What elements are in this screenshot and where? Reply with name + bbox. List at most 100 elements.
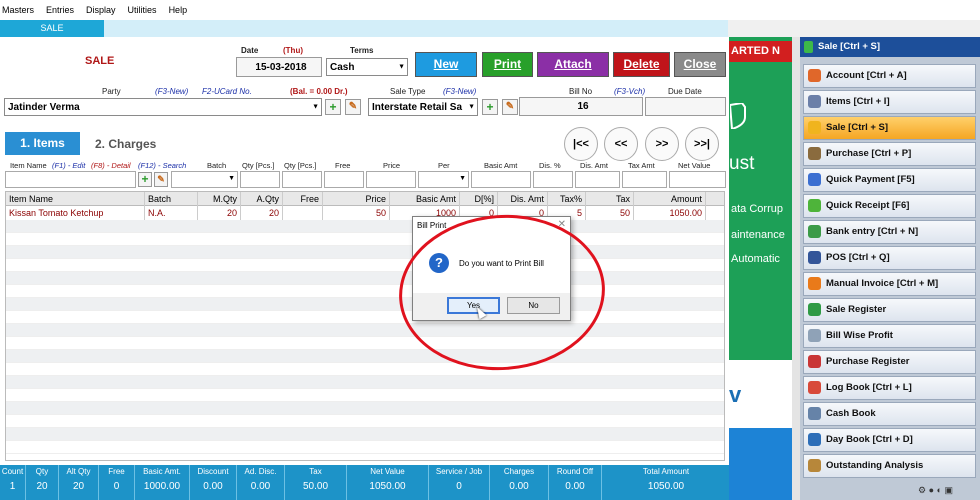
free-input[interactable] [324,171,364,188]
party-label: Party [102,87,121,96]
tab-items[interactable]: 1. Items [5,132,80,155]
sidebar-item-items[interactable]: Items [Ctrl + I] [803,90,976,114]
sale-type-select[interactable]: Interstate Retail Sa ▼ [368,98,478,116]
total-tax: Tax 50.00 [285,465,347,500]
grid-col-disc-pct[interactable]: D[%] [460,192,498,206]
background-blue-block [729,428,799,500]
grid-col-tax[interactable]: Tax [586,192,634,206]
cell-aqty: 20 [241,206,283,220]
sidebar-item-label: Log Book [Ctrl + L] [826,382,912,393]
menu-display[interactable]: Display [86,5,116,15]
scrollbar[interactable] [792,37,800,500]
item-name-input[interactable] [5,171,136,188]
entry-hint-edit: (F1) - Edit [52,161,86,170]
party-ucard-hint: F2-UCard No. [202,87,252,96]
window-tab-sale[interactable]: SALE [0,20,104,37]
edit-item-icon[interactable]: ✎ [154,172,168,187]
grid-col-free[interactable]: Free [283,192,323,206]
grid-empty-row [6,233,724,246]
qty-input[interactable] [240,171,280,188]
basic-amt-input[interactable] [471,171,531,188]
grid-col-tax-pct[interactable]: Tax% [548,192,586,206]
bill-no-hint: (F3-Vch) [614,87,646,96]
sidebar-item-quick-payment[interactable]: Quick Payment [F5] [803,168,976,192]
delete-button[interactable]: Delete [613,52,670,77]
new-button[interactable]: New [415,52,477,77]
sidebar-item-pos[interactable]: POS [Ctrl + Q] [803,246,976,270]
purchase-icon [808,147,821,160]
tax-amt-input[interactable] [622,171,667,188]
sidebar-item-label: Cash Book [826,408,876,419]
first-record-button[interactable]: |<< [564,127,598,161]
manual-invoice-icon [808,277,821,290]
menu-utilities[interactable]: Utilities [128,5,157,15]
grid-col-aqty[interactable]: A.Qty [241,192,283,206]
quick-payment-icon [808,173,821,186]
sidebar-item-bill-profit[interactable]: Bill Wise Profit [803,324,976,348]
prev-record-button[interactable]: << [604,127,638,161]
per-select[interactable]: ▼ [418,171,469,188]
batch-select[interactable]: ▼ [171,171,238,188]
grid-col-basic-amt[interactable]: Basic Amt [390,192,460,206]
party-select[interactable]: Jatinder Verma ▼ [4,98,322,116]
entry-hint-detail: (F8) - Detail [91,161,131,170]
last-record-button[interactable]: >>| [685,127,719,161]
sidebar-item-label: Bank entry [Ctrl + N] [826,226,919,237]
sidebar-item-sale[interactable]: Sale [Ctrl + S] [803,116,976,140]
edit-party-icon[interactable]: ✎ [345,99,361,115]
background-text-2: ata Corrup [731,203,783,215]
add-party-icon[interactable]: + [325,99,341,115]
grid-col-mqty[interactable]: M.Qty [198,192,241,206]
price-input[interactable] [366,171,416,188]
background-banner: ARTED N [729,41,799,62]
attach-button[interactable]: Attach [537,52,609,77]
net-value-input[interactable] [669,171,726,188]
background-text-5: v [729,382,742,407]
due-date-field[interactable] [645,97,726,116]
sidebar-header-label: Sale [Ctrl + S] [818,41,881,52]
next-record-button[interactable]: >> [645,127,679,161]
sidebar-item-bank[interactable]: Bank entry [Ctrl + N] [803,220,976,244]
menu-entries[interactable]: Entries [46,5,74,15]
tab-charges[interactable]: 2. Charges [95,137,156,151]
entry-label-qty2: Qty [Pcs.] [284,161,317,170]
menu-help[interactable]: Help [169,5,188,15]
entry-label-per: Per [438,161,450,170]
terms-select[interactable]: Cash ▼ [326,58,408,76]
sidebar-item-account[interactable]: Account [Ctrl + A] [803,64,976,88]
add-item-icon[interactable]: + [138,172,152,187]
disc-pct-input[interactable] [533,171,573,188]
entry-label-basic-amt: Basic Amt [484,161,518,170]
grid-col-item-name[interactable]: Item Name [6,192,145,206]
sidebar-item-cash-book[interactable]: Cash Book [803,402,976,426]
sidebar-item-quick-receipt[interactable]: Quick Receipt [F6] [803,194,976,218]
grid-col-batch[interactable]: Batch [145,192,198,206]
grid-header: Item Name Batch M.Qty A.Qty Free Price B… [6,192,724,206]
add-sale-type-icon[interactable]: + [482,99,498,115]
party-value: Jatinder Verma [8,101,80,113]
sidebar-item-manual-invoice[interactable]: Manual Invoice [Ctrl + M] [803,272,976,296]
date-field[interactable]: 15-03-2018 [236,57,322,77]
sidebar-item-outstanding[interactable]: Outstanding Analysis [803,454,976,478]
total-ad-disc: Ad. Disc. 0.00 [237,465,285,500]
print-button[interactable]: Print [482,52,533,77]
sidebar-item-log-book[interactable]: Log Book [Ctrl + L] [803,376,976,400]
grid-col-disc-amt[interactable]: Dis. Amt [498,192,548,206]
sidebar-item-sale-register[interactable]: Sale Register [803,298,976,322]
table-row[interactable]: Kissan Tomato Ketchup N.A. 20 20 50 1000… [6,206,724,220]
grid-empty-row [6,402,724,415]
edit-sale-type-icon[interactable]: ✎ [502,99,518,115]
grid-col-amount[interactable]: Amount [634,192,706,206]
bill-no-field[interactable]: 16 [519,97,643,116]
qty2-input[interactable] [282,171,322,188]
sidebar-item-purchase[interactable]: Purchase [Ctrl + P] [803,142,976,166]
disc-amt-input[interactable] [575,171,620,188]
sidebar-item-day-book[interactable]: Day Book [Ctrl + D] [803,428,976,452]
background-lower: v [729,360,799,500]
grid-col-price[interactable]: Price [323,192,390,206]
sidebar-item-label: Day Book [Ctrl + D] [826,434,913,445]
menu-masters[interactable]: Masters [2,5,34,15]
close-button[interactable]: Close [674,52,726,77]
sidebar-item-label: Purchase [Ctrl + P] [826,148,912,159]
sidebar-item-purchase-register[interactable]: Purchase Register [803,350,976,374]
